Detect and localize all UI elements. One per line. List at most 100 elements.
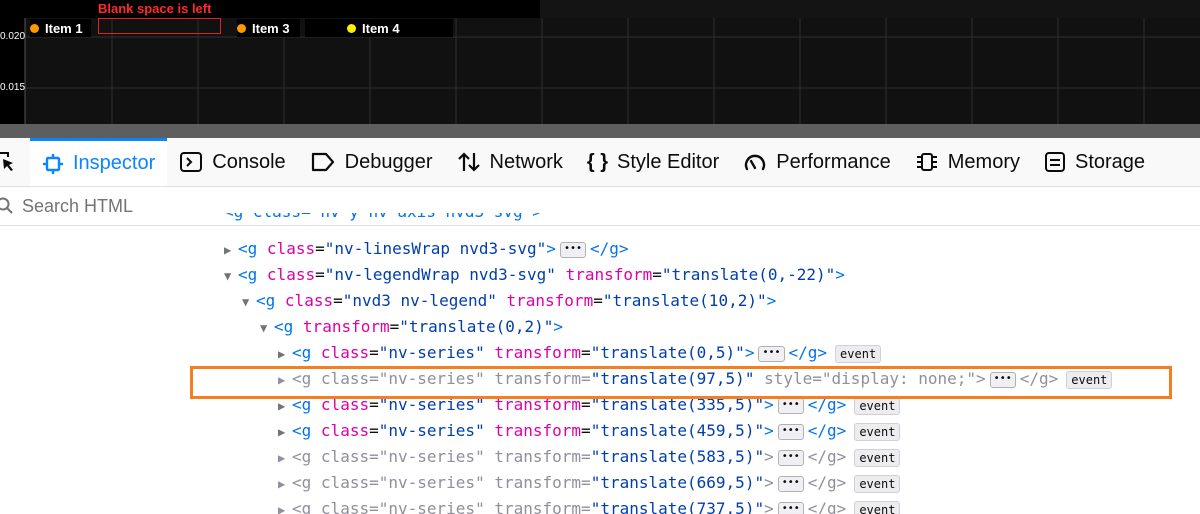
element-picker-icon bbox=[0, 152, 13, 171]
devtools-toolbar: Inspector Console Debugger Network { } S… bbox=[0, 138, 1200, 187]
attribute-equals: = bbox=[652, 265, 662, 284]
tab-inspector[interactable]: Inspector bbox=[30, 138, 168, 186]
attribute-value: "translate(0,2)" bbox=[399, 317, 554, 336]
tab-label: Memory bbox=[947, 150, 1020, 173]
attribute-name: class bbox=[320, 447, 370, 466]
markup-tree[interactable]: <g class="nv-y nv-axis nvd3-svg">▶<g cla… bbox=[0, 213, 1200, 514]
expand-arrow-icon[interactable]: ▶ bbox=[278, 445, 292, 471]
attribute-value: "nv-series" bbox=[378, 343, 485, 362]
tag-open-bracket: < bbox=[274, 317, 284, 336]
attribute-value: "nv-linesWrap nvd3-svg" bbox=[324, 239, 547, 258]
attribute-value: "translate(0,5)" bbox=[590, 343, 745, 362]
event-badge[interactable]: event bbox=[854, 500, 901, 514]
tab-label: Console bbox=[212, 150, 286, 173]
storage-icon bbox=[1044, 152, 1065, 172]
collapsed-children-button[interactable]: ••• bbox=[777, 501, 804, 514]
console-icon bbox=[180, 152, 203, 172]
attribute-equals: = bbox=[315, 265, 325, 284]
element-picker-button[interactable] bbox=[0, 138, 30, 186]
expand-arrow-icon[interactable]: ▶ bbox=[278, 419, 292, 445]
collapsed-children-button[interactable]: ••• bbox=[777, 397, 804, 414]
event-badge[interactable]: event bbox=[854, 396, 901, 415]
highlight-box bbox=[190, 366, 1172, 399]
attribute-value: "translate(459,5)" bbox=[590, 421, 765, 440]
event-badge[interactable]: event bbox=[835, 344, 882, 363]
attribute-value: "nvd3 nv-legend" bbox=[342, 291, 497, 310]
attribute-equals: = bbox=[593, 291, 603, 310]
attribute-value: "nv-series" bbox=[378, 447, 485, 466]
tab-console[interactable]: Console bbox=[167, 138, 297, 186]
legend-item-1[interactable]: Item 1 bbox=[30, 19, 91, 37]
blank-space-box bbox=[98, 18, 221, 34]
tag-open-bracket: < bbox=[256, 291, 266, 310]
attribute-name: class bbox=[320, 343, 370, 362]
tab-debugger[interactable]: Debugger bbox=[298, 138, 445, 186]
y-tick-label: 0.020 bbox=[0, 31, 26, 42]
attribute-name: transform bbox=[494, 447, 582, 466]
attribute-value: "translate(583,5)" bbox=[590, 447, 765, 466]
collapsed-children-button[interactable]: ••• bbox=[777, 449, 804, 466]
tree-row[interactable]: ▶ <g class="nv-linesWrap nvd3-svg"> ••• </g… bbox=[224, 236, 629, 262]
attribute-value: "translate(10,2)" bbox=[602, 291, 767, 310]
tag-name: g bbox=[247, 239, 258, 258]
tab-network[interactable]: Network bbox=[445, 138, 575, 186]
event-badge[interactable]: event bbox=[854, 474, 901, 493]
tree-row[interactable]: ▶ <g class="nv-series" transform="transla… bbox=[278, 444, 901, 471]
collapsed-children-button[interactable]: ••• bbox=[777, 475, 804, 492]
attribute-value: "translate(669,5)" bbox=[590, 473, 765, 492]
performance-icon bbox=[745, 154, 766, 171]
expand-arrow-icon[interactable]: ▶ bbox=[278, 471, 292, 497]
collapse-arrow-icon[interactable]: ▼ bbox=[260, 315, 274, 341]
tag-open-bracket: < bbox=[292, 499, 302, 514]
expand-arrow-icon[interactable]: ▶ bbox=[224, 237, 238, 263]
event-badge[interactable]: event bbox=[854, 448, 901, 467]
expand-arrow-icon[interactable]: ▶ bbox=[278, 497, 292, 514]
attribute-value: "nv-series" bbox=[378, 499, 485, 514]
devtools-splitter[interactable] bbox=[0, 124, 1200, 138]
tag-close-bracket: > bbox=[766, 291, 777, 310]
attribute-equals: = bbox=[369, 499, 379, 514]
collapsed-children-button[interactable]: ••• bbox=[777, 423, 804, 440]
attribute-equals: = bbox=[581, 421, 591, 440]
tree-row[interactable]: ▶ <g class="nv-series" transform="transla… bbox=[278, 470, 901, 497]
tag-close-bracket: > bbox=[764, 499, 774, 514]
attribute-equals: = bbox=[369, 473, 379, 492]
attribute-equals: = bbox=[369, 343, 379, 362]
attribute-name: transform bbox=[506, 291, 594, 310]
collapsed-children-button[interactable]: ••• bbox=[758, 345, 785, 362]
tag-close-bracket: > bbox=[764, 473, 774, 492]
attribute-equals: = bbox=[581, 499, 591, 514]
tab-performance[interactable]: Performance bbox=[731, 138, 903, 186]
network-icon bbox=[457, 152, 480, 172]
tree-row[interactable]: ▼ <g class="nv-legendWrap nvd3-svg" trans… bbox=[224, 262, 845, 288]
tab-label: Inspector bbox=[73, 152, 156, 174]
legend-dot-icon bbox=[347, 23, 356, 33]
tree-row[interactable]: ▶ <g class="nv-series" transform="transla… bbox=[278, 418, 901, 445]
legend-dot-icon bbox=[30, 23, 39, 33]
tree-row[interactable]: ▶ <g class="nv-series" transform="transla… bbox=[278, 496, 901, 514]
legend-label: Item 3 bbox=[252, 20, 290, 36]
tree-row[interactable]: ▼ <g transform="translate(0,2)"> bbox=[260, 314, 563, 340]
legend-dot-icon bbox=[237, 23, 246, 33]
style-editor-icon: { } bbox=[586, 150, 608, 173]
tree-row-partial[interactable]: <g class="nv-y nv-axis nvd3-svg"> bbox=[224, 213, 542, 225]
legend-item-4[interactable]: Item 4 bbox=[305, 19, 453, 37]
attribute-equals: = bbox=[369, 447, 379, 466]
expand-arrow-icon[interactable]: ▶ bbox=[278, 341, 292, 367]
attribute-name: class bbox=[266, 265, 316, 284]
tag-name: g bbox=[265, 291, 276, 310]
tree-row[interactable]: ▼ <g class="nvd3 nv-legend" transform="tr… bbox=[242, 288, 776, 314]
collapse-arrow-icon[interactable]: ▼ bbox=[224, 263, 238, 289]
memory-icon bbox=[916, 153, 937, 171]
tag-open-bracket: < bbox=[292, 473, 302, 492]
event-badge[interactable]: event bbox=[854, 422, 901, 441]
tab-style-editor[interactable]: { } Style Editor bbox=[575, 138, 731, 186]
closing-tag: </g> bbox=[807, 447, 847, 466]
tree-row[interactable]: ▶ <g class="nv-series" transform="transla… bbox=[278, 340, 882, 367]
tag-name: g bbox=[301, 499, 312, 514]
tab-memory[interactable]: Memory bbox=[903, 138, 1032, 186]
collapsed-children-button[interactable]: ••• bbox=[559, 241, 586, 258]
tab-storage[interactable]: Storage bbox=[1032, 138, 1157, 186]
collapse-arrow-icon[interactable]: ▼ bbox=[242, 289, 256, 315]
legend-item-3[interactable]: Item 3 bbox=[237, 19, 300, 37]
